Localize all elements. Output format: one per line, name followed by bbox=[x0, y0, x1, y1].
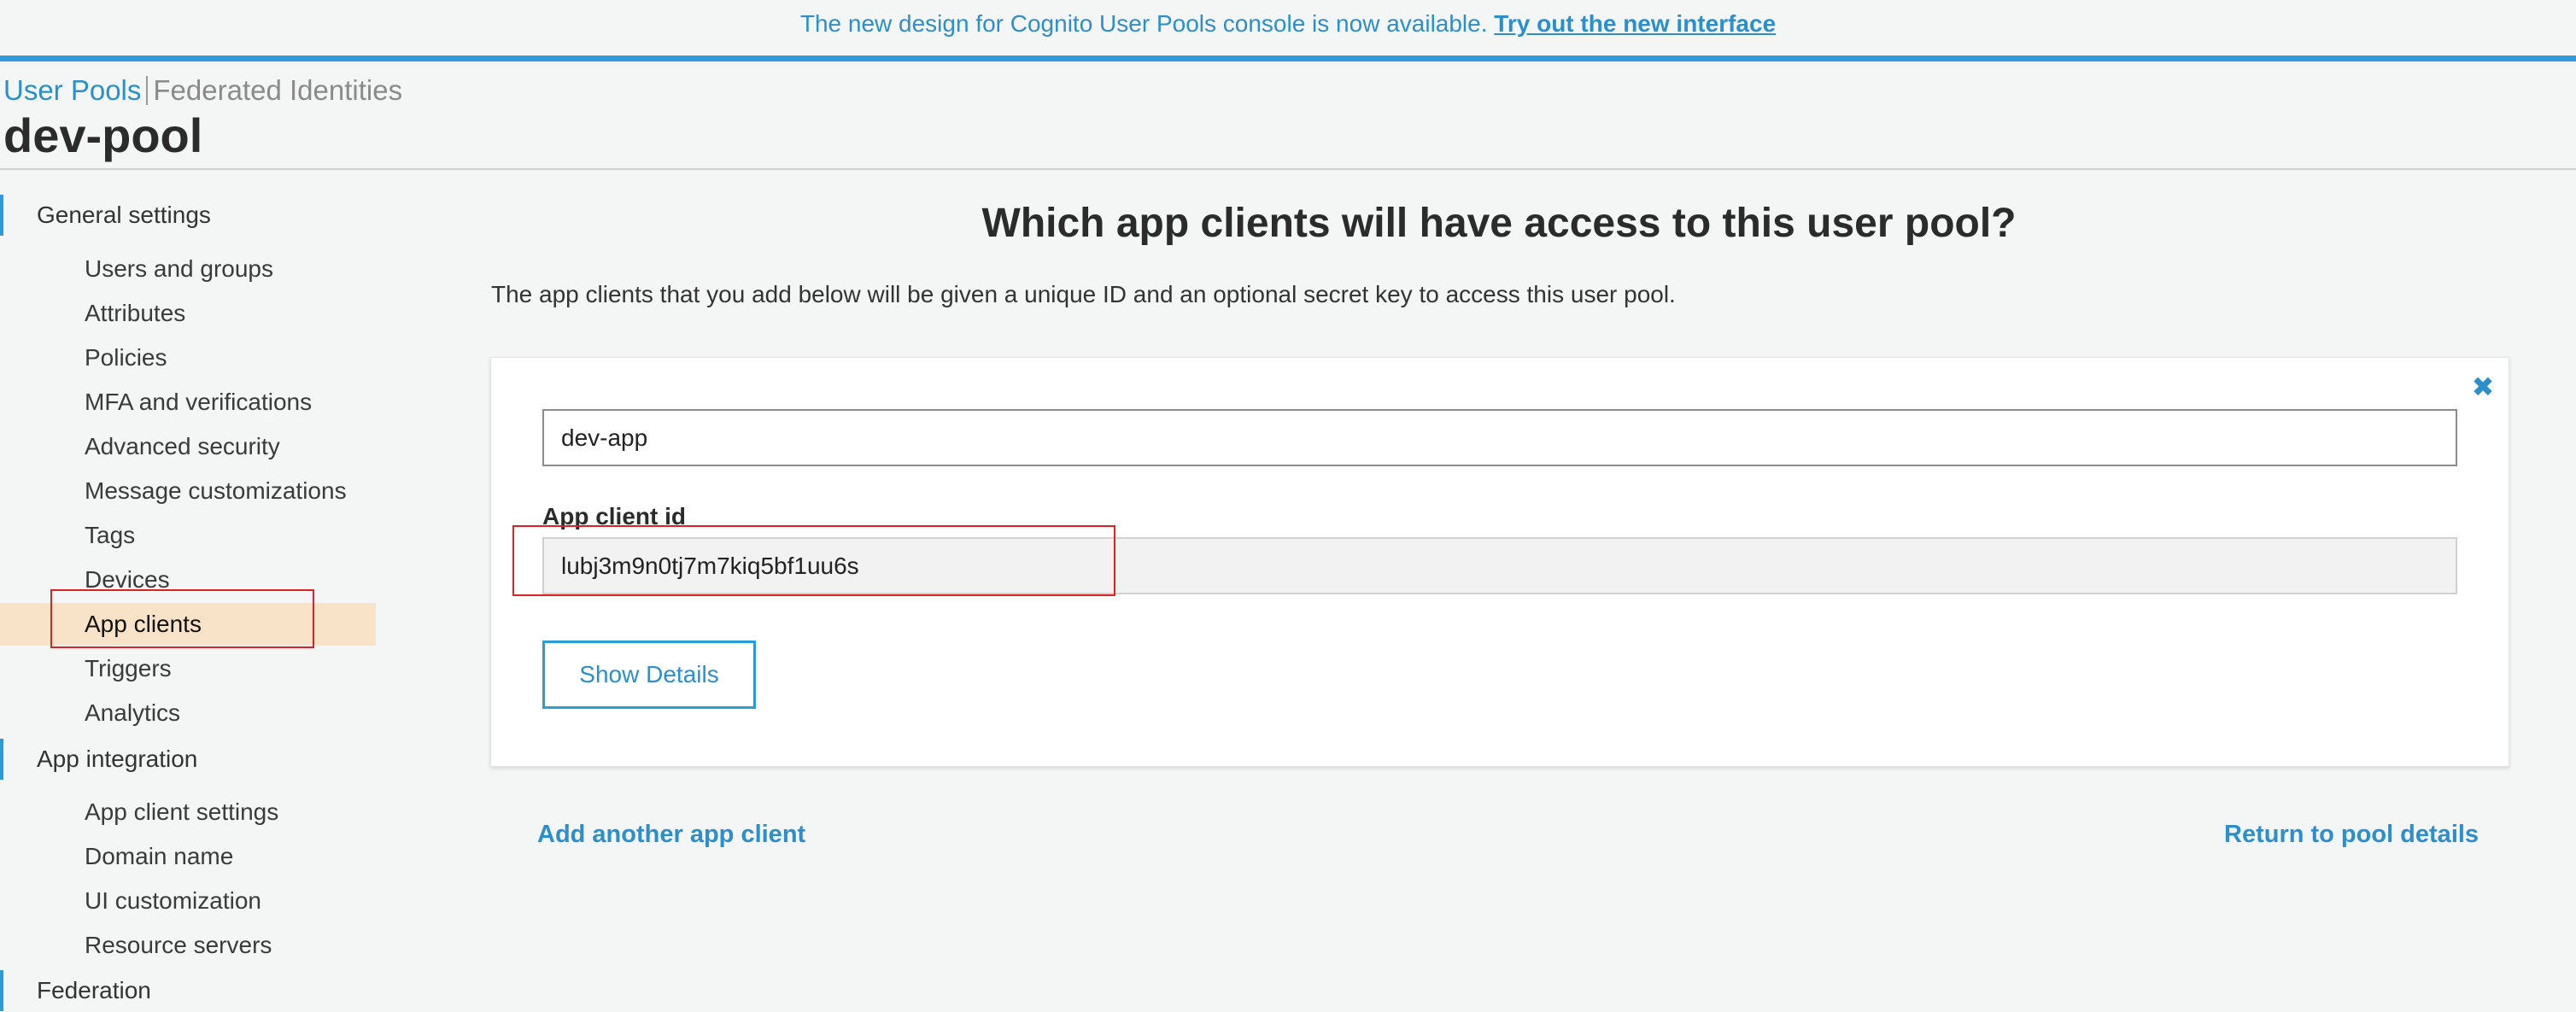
sidebar-item-resource-servers[interactable]: Resource servers bbox=[0, 924, 376, 967]
page-title: dev-pool bbox=[3, 108, 203, 162]
sidebar-item-triggers[interactable]: Triggers bbox=[0, 647, 376, 690]
sidebar-item-ui-customization[interactable]: UI customization bbox=[0, 880, 376, 922]
breadcrumb: User Pools Federated Identities bbox=[3, 72, 402, 109]
add-another-app-client-link[interactable]: Add another app client bbox=[537, 817, 805, 851]
banner-text: The new design for Cognito User Pools co… bbox=[799, 10, 1488, 37]
breadcrumb-divider bbox=[146, 76, 149, 105]
return-to-pool-details-link[interactable]: Return to pool details bbox=[2224, 817, 2479, 851]
sidebar-item-users-and-groups[interactable]: Users and groups bbox=[0, 248, 376, 290]
sidebar-item-message-customizations[interactable]: Message customizations bbox=[0, 470, 376, 512]
sidebar-item-advanced-security[interactable]: Advanced security bbox=[0, 425, 376, 468]
sidebar-item-app-client-settings[interactable]: App client settings bbox=[0, 791, 376, 834]
try-new-interface-link[interactable]: Try out the new interface bbox=[1494, 10, 1776, 37]
app-client-name-input[interactable] bbox=[542, 409, 2457, 466]
app-client-id-field: lubj3m9n0tj7m7kiq5bf1uu6s bbox=[542, 537, 2457, 594]
show-details-button[interactable]: Show Details bbox=[542, 641, 756, 709]
section-heading: Which app clients will have access to th… bbox=[981, 201, 2017, 246]
sidebar: General settings Users and groups Attrib… bbox=[0, 171, 376, 1012]
close-icon[interactable]: ✖ bbox=[2470, 372, 2496, 401]
new-design-banner: The new design for Cognito User Pools co… bbox=[0, 0, 2576, 61]
section-description: The app clients that you add below will … bbox=[491, 281, 1676, 307]
sidebar-item-policies[interactable]: Policies bbox=[0, 336, 376, 379]
app-client-id-label: App client id bbox=[542, 503, 686, 529]
sidebar-item-mfa-and-verifications[interactable]: MFA and verifications bbox=[0, 381, 376, 424]
federated-identities-link[interactable]: Federated Identities bbox=[153, 74, 402, 106]
sidebar-item-attributes[interactable]: Attributes bbox=[0, 292, 376, 335]
sidebar-item-analytics[interactable]: Analytics bbox=[0, 692, 376, 734]
user-pools-link[interactable]: User Pools bbox=[3, 74, 141, 106]
sidebar-section-general-settings[interactable]: General settings bbox=[0, 195, 376, 236]
sidebar-item-app-clients[interactable]: App clients bbox=[0, 603, 376, 646]
sidebar-section-app-integration[interactable]: App integration bbox=[0, 739, 376, 780]
sidebar-item-devices[interactable]: Devices bbox=[0, 559, 376, 601]
sidebar-item-domain-name[interactable]: Domain name bbox=[0, 835, 376, 878]
sidebar-section-federation[interactable]: Federation bbox=[0, 970, 376, 1011]
sidebar-item-tags[interactable]: Tags bbox=[0, 514, 376, 557]
title-divider bbox=[0, 168, 2576, 170]
